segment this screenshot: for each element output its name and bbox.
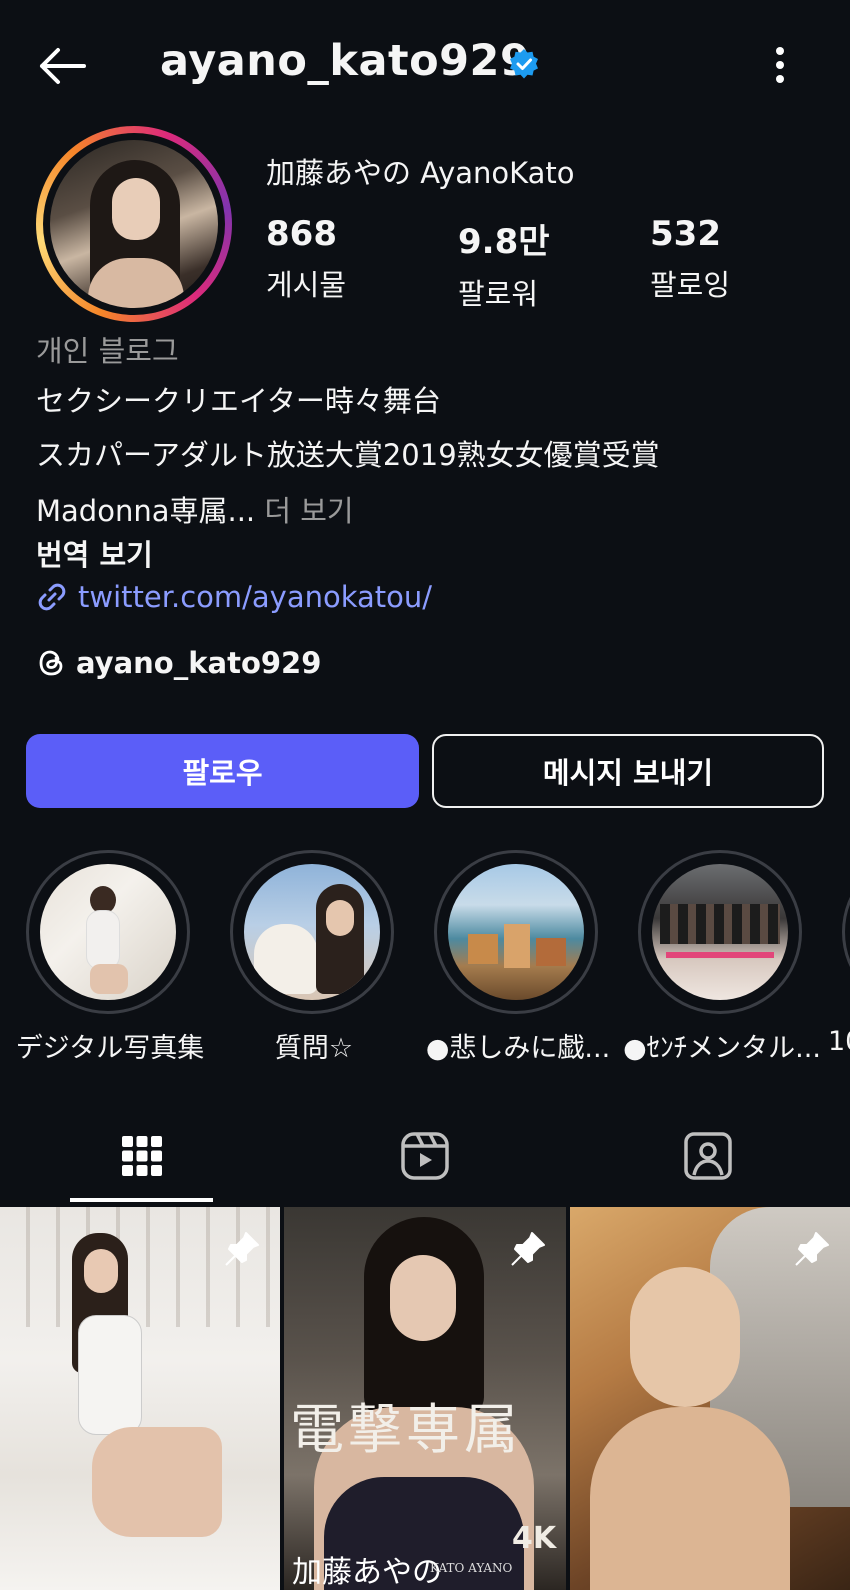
threads-icon (39, 650, 63, 676)
stat-followers[interactable]: 9.8만 팔로워 (458, 214, 550, 313)
back-button[interactable] (36, 40, 88, 92)
follow-button[interactable]: 팔로우 (26, 734, 419, 808)
display-name: 加藤あやの AyanoKato (266, 156, 575, 190)
stat-posts-count: 868 (266, 214, 337, 254)
highlight-label: ●ｾﾝﾁメンタル... (623, 1033, 821, 1064)
translate-link[interactable]: 번역 보기 (36, 532, 153, 574)
highlight-cover (40, 864, 176, 1000)
highlight-cover (244, 864, 380, 1000)
stat-posts-label: 게시물 (266, 268, 347, 302)
profile-category: 개인 블로그 (36, 334, 179, 368)
arrow-left-icon (40, 48, 86, 84)
profile-avatar[interactable] (36, 126, 232, 322)
highlight-label: 質問☆ (274, 1033, 354, 1064)
external-link[interactable]: twitter.com/ayanokatou/ (36, 580, 432, 614)
post-overlay-badge: 4K (512, 1521, 557, 1556)
threads-badge[interactable]: ayano_kato929 (36, 646, 321, 680)
post-thumbnail[interactable]: 電撃専属 加藤あやの KATO AYANO 4K (284, 1207, 566, 1590)
external-link-text: twitter.com/ayanokatou/ (78, 580, 433, 614)
reels-icon (400, 1132, 449, 1180)
active-tab-indicator (70, 1198, 213, 1202)
more-vertical-icon (776, 47, 784, 83)
grid-icon (121, 1136, 162, 1176)
stat-posts[interactable]: 868 게시물 (266, 214, 346, 304)
post-overlay-latin: KATO AYANO (430, 1561, 513, 1575)
tab-reels[interactable] (283, 1110, 566, 1202)
bio-line: セクシークリエイター時々舞台 (36, 384, 441, 418)
avatar-photo (50, 140, 218, 308)
bio-line: スカパーアダルト放送大賞2019熟女女優賞受賞 (36, 438, 660, 472)
stat-following[interactable]: 532 팔로잉 (650, 214, 730, 304)
tab-posts[interactable] (0, 1110, 283, 1202)
bio-more-link[interactable]: 더 보기 (255, 494, 353, 528)
stat-following-label: 팔로잉 (650, 268, 731, 302)
highlight-cover (448, 864, 584, 1000)
post-thumbnail[interactable] (570, 1207, 850, 1590)
post-overlay-title: 電撃専属 (290, 1398, 522, 1461)
stat-followers-count: 9.8만 (458, 222, 550, 262)
message-button[interactable]: 메시지 보내기 (432, 734, 824, 808)
stat-following-count: 532 (650, 214, 721, 254)
profile-tabs (0, 1110, 850, 1202)
top-bar: ayano_kato929 (0, 0, 850, 125)
pin-icon (795, 1232, 829, 1266)
link-icon (38, 583, 66, 611)
verified-badge-icon (510, 49, 538, 79)
more-options-button[interactable] (760, 40, 800, 90)
pin-icon (225, 1232, 259, 1266)
stat-followers-label: 팔로워 (458, 277, 539, 311)
bio-line-last: Madonna専属... 더 보기 (36, 488, 354, 530)
highlight-label: 10 (828, 1026, 850, 1057)
post-grid: 電撃専属 加藤あやの KATO AYANO 4K (0, 1207, 850, 1590)
highlight-cover (652, 864, 788, 1000)
pin-icon (511, 1232, 545, 1266)
bio-truncated-text: Madonna専属... (36, 494, 256, 528)
threads-handle: ayano_kato929 (76, 646, 322, 680)
post-overlay-name: 加藤あやの (292, 1555, 442, 1590)
tagged-icon (683, 1132, 732, 1180)
post-thumbnail[interactable] (0, 1207, 280, 1590)
profile-username-title: ayano_kato929 (160, 36, 531, 86)
highlight-label: ●悲しみに戯... (425, 1033, 611, 1064)
highlight-label: デジタル写真集 (15, 1033, 205, 1064)
tab-tagged[interactable] (566, 1110, 849, 1202)
